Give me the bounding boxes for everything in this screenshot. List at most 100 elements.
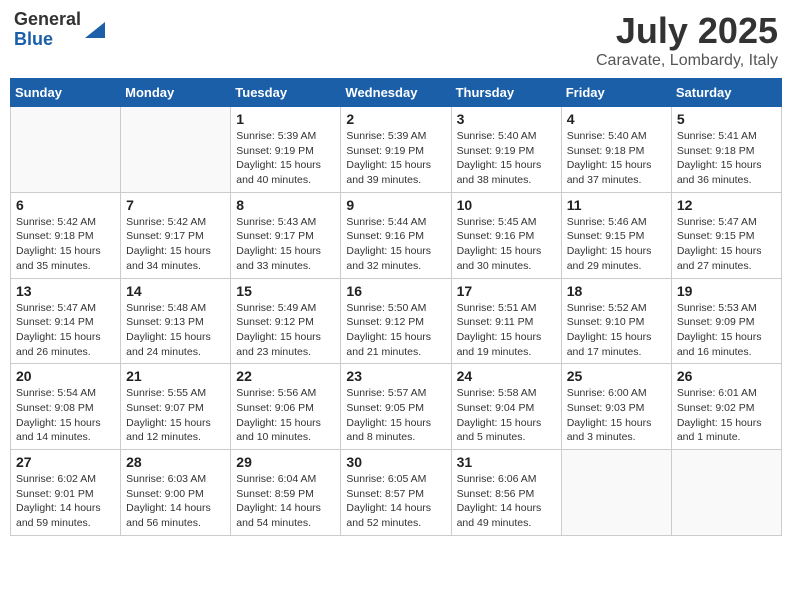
day-info: Sunrise: 6:06 AM Sunset: 8:56 PM Dayligh…: [457, 472, 556, 531]
day-cell: 9 Sunrise: 5:44 AM Sunset: 9:16 PM Daylig…: [341, 192, 451, 278]
month-title: July 2025: [596, 10, 778, 52]
logo-icon: [83, 18, 105, 40]
logo-general: General: [14, 10, 81, 30]
day-number: 20: [16, 368, 115, 384]
day-cell: 8 Sunrise: 5:43 AM Sunset: 9:17 PM Daylig…: [231, 192, 341, 278]
day-cell: 16Sunrise: 5:50 AM Sunset: 9:12 PM Dayli…: [341, 278, 451, 364]
day-cell: 18 Sunrise: 5:52 AM Sunset: 9:10 PM Dayli…: [561, 278, 671, 364]
day-info: Sunrise: 5:44 AM Sunset: 9:16 PM Dayligh…: [346, 215, 445, 274]
day-number: 28: [126, 454, 225, 470]
logo-text: General Blue: [14, 10, 81, 50]
day-info: Sunrise: 5:40 AM Sunset: 9:18 PM Dayligh…: [567, 129, 666, 188]
weekday-header-friday: Friday: [561, 79, 671, 107]
weekday-header-wednesday: Wednesday: [341, 79, 451, 107]
day-info: Sunrise: 5:51 AM Sunset: 9:11 PM Dayligh…: [457, 301, 556, 360]
day-number: 21: [126, 368, 225, 384]
week-row-1: 1 Sunrise: 5:39 AM Sunset: 9:19 PM Daylig…: [11, 107, 782, 193]
day-cell: 31 Sunrise: 6:06 AM Sunset: 8:56 PM Dayli…: [451, 450, 561, 536]
weekday-header-monday: Monday: [121, 79, 231, 107]
day-info: Sunrise: 5:54 AM Sunset: 9:08 PM Dayligh…: [16, 386, 115, 445]
day-cell: 13Sunrise: 5:47 AM Sunset: 9:14 PM Dayli…: [11, 278, 121, 364]
day-cell: 5Sunrise: 5:41 AM Sunset: 9:18 PM Daylig…: [671, 107, 781, 193]
day-cell: 26 Sunrise: 6:01 AM Sunset: 9:02 PM Dayli…: [671, 364, 781, 450]
day-cell: 4 Sunrise: 5:40 AM Sunset: 9:18 PM Daylig…: [561, 107, 671, 193]
weekday-header-thursday: Thursday: [451, 79, 561, 107]
logo: General Blue: [14, 10, 105, 50]
day-info: Sunrise: 6:05 AM Sunset: 8:57 PM Dayligh…: [346, 472, 445, 531]
day-info: Sunrise: 5:55 AM Sunset: 9:07 PM Dayligh…: [126, 386, 225, 445]
day-number: 6: [16, 197, 115, 213]
day-cell: 14 Sunrise: 5:48 AM Sunset: 9:13 PM Dayli…: [121, 278, 231, 364]
day-info: Sunrise: 5:47 AM Sunset: 9:15 PM Dayligh…: [677, 215, 776, 274]
day-cell: 17 Sunrise: 5:51 AM Sunset: 9:11 PM Dayli…: [451, 278, 561, 364]
day-number: 31: [457, 454, 556, 470]
day-number: 26: [677, 368, 776, 384]
day-info: Sunrise: 5:49 AM Sunset: 9:12 PM Dayligh…: [236, 301, 335, 360]
day-number: 7: [126, 197, 225, 213]
day-number: 23: [346, 368, 445, 384]
day-info: Sunrise: 6:02 AM Sunset: 9:01 PM Dayligh…: [16, 472, 115, 531]
weekday-header-saturday: Saturday: [671, 79, 781, 107]
day-cell: 23Sunrise: 5:57 AM Sunset: 9:05 PM Dayli…: [341, 364, 451, 450]
page-header: General Blue July 2025 Caravate, Lombard…: [10, 10, 782, 70]
day-number: 12: [677, 197, 776, 213]
day-cell: 6 Sunrise: 5:42 AM Sunset: 9:18 PM Daylig…: [11, 192, 121, 278]
day-number: 10: [457, 197, 556, 213]
day-number: 18: [567, 283, 666, 299]
day-number: 29: [236, 454, 335, 470]
day-number: 1: [236, 111, 335, 127]
day-cell: 10 Sunrise: 5:45 AM Sunset: 9:16 PM Dayli…: [451, 192, 561, 278]
day-info: Sunrise: 5:45 AM Sunset: 9:16 PM Dayligh…: [457, 215, 556, 274]
day-cell: 2Sunrise: 5:39 AM Sunset: 9:19 PM Daylig…: [341, 107, 451, 193]
day-cell: 12 Sunrise: 5:47 AM Sunset: 9:15 PM Dayli…: [671, 192, 781, 278]
day-info: Sunrise: 6:00 AM Sunset: 9:03 PM Dayligh…: [567, 386, 666, 445]
day-info: Sunrise: 5:40 AM Sunset: 9:19 PM Dayligh…: [457, 129, 556, 188]
day-cell: 15 Sunrise: 5:49 AM Sunset: 9:12 PM Dayli…: [231, 278, 341, 364]
day-cell: [121, 107, 231, 193]
day-cell: 29 Sunrise: 6:04 AM Sunset: 8:59 PM Dayli…: [231, 450, 341, 536]
day-info: Sunrise: 5:41 AM Sunset: 9:18 PM Dayligh…: [677, 129, 776, 188]
day-info: Sunrise: 5:42 AM Sunset: 9:18 PM Dayligh…: [16, 215, 115, 274]
day-info: Sunrise: 5:48 AM Sunset: 9:13 PM Dayligh…: [126, 301, 225, 360]
day-number: 25: [567, 368, 666, 384]
day-info: Sunrise: 5:50 AM Sunset: 9:12 PM Dayligh…: [346, 301, 445, 360]
day-cell: 7 Sunrise: 5:42 AM Sunset: 9:17 PM Daylig…: [121, 192, 231, 278]
day-info: Sunrise: 5:42 AM Sunset: 9:17 PM Dayligh…: [126, 215, 225, 274]
day-number: 24: [457, 368, 556, 384]
day-info: Sunrise: 6:01 AM Sunset: 9:02 PM Dayligh…: [677, 386, 776, 445]
day-cell: 25 Sunrise: 6:00 AM Sunset: 9:03 PM Dayli…: [561, 364, 671, 450]
week-row-3: 13Sunrise: 5:47 AM Sunset: 9:14 PM Dayli…: [11, 278, 782, 364]
title-block: July 2025 Caravate, Lombardy, Italy: [596, 10, 778, 70]
day-cell: [11, 107, 121, 193]
day-info: Sunrise: 5:53 AM Sunset: 9:09 PM Dayligh…: [677, 301, 776, 360]
day-info: Sunrise: 5:56 AM Sunset: 9:06 PM Dayligh…: [236, 386, 335, 445]
day-info: Sunrise: 5:52 AM Sunset: 9:10 PM Dayligh…: [567, 301, 666, 360]
week-row-2: 6 Sunrise: 5:42 AM Sunset: 9:18 PM Daylig…: [11, 192, 782, 278]
day-cell: 30Sunrise: 6:05 AM Sunset: 8:57 PM Dayli…: [341, 450, 451, 536]
day-cell: [671, 450, 781, 536]
day-number: 8: [236, 197, 335, 213]
day-number: 22: [236, 368, 335, 384]
day-number: 9: [346, 197, 445, 213]
day-info: Sunrise: 5:43 AM Sunset: 9:17 PM Dayligh…: [236, 215, 335, 274]
calendar: SundayMondayTuesdayWednesdayThursdayFrid…: [10, 78, 782, 536]
day-info: Sunrise: 5:58 AM Sunset: 9:04 PM Dayligh…: [457, 386, 556, 445]
day-cell: 27 Sunrise: 6:02 AM Sunset: 9:01 PM Dayli…: [11, 450, 121, 536]
day-number: 14: [126, 283, 225, 299]
day-number: 15: [236, 283, 335, 299]
day-cell: 11Sunrise: 5:46 AM Sunset: 9:15 PM Dayli…: [561, 192, 671, 278]
day-cell: 24 Sunrise: 5:58 AM Sunset: 9:04 PM Dayli…: [451, 364, 561, 450]
day-info: Sunrise: 5:47 AM Sunset: 9:14 PM Dayligh…: [16, 301, 115, 360]
day-cell: 19Sunrise: 5:53 AM Sunset: 9:09 PM Dayli…: [671, 278, 781, 364]
day-info: Sunrise: 6:04 AM Sunset: 8:59 PM Dayligh…: [236, 472, 335, 531]
day-cell: 1 Sunrise: 5:39 AM Sunset: 9:19 PM Daylig…: [231, 107, 341, 193]
day-cell: [561, 450, 671, 536]
day-cell: 20 Sunrise: 5:54 AM Sunset: 9:08 PM Dayli…: [11, 364, 121, 450]
day-info: Sunrise: 5:39 AM Sunset: 9:19 PM Dayligh…: [236, 129, 335, 188]
day-cell: 21 Sunrise: 5:55 AM Sunset: 9:07 PM Dayli…: [121, 364, 231, 450]
day-number: 4: [567, 111, 666, 127]
logo-blue: Blue: [14, 30, 81, 50]
day-number: 27: [16, 454, 115, 470]
day-cell: 22 Sunrise: 5:56 AM Sunset: 9:06 PM Dayli…: [231, 364, 341, 450]
day-number: 17: [457, 283, 556, 299]
